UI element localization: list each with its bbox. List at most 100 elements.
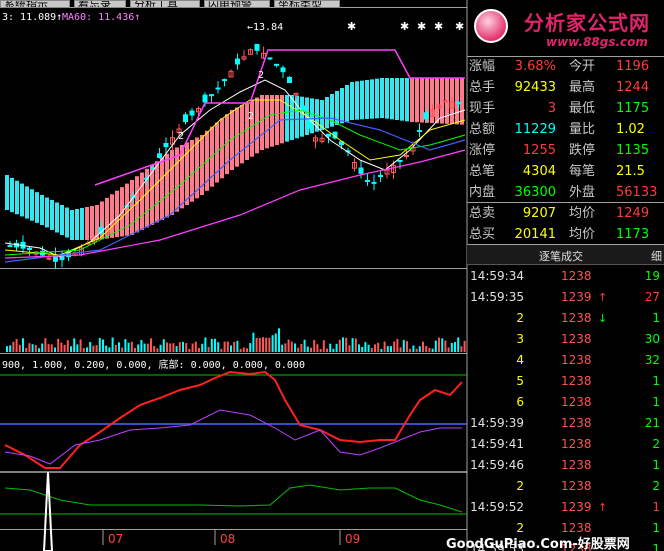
tick-row: 4 1238 32 [467,350,664,371]
tick-row: 14:59:46 1238 1 [467,455,664,476]
tab-system-indicator[interactable]: 系统指示 [0,0,70,8]
tick-list-side-tab[interactable]: 细 [651,248,662,264]
band-bar [30,189,34,221]
volume-bar [178,342,181,352]
band-bar [140,172,144,230]
indicator-spike [42,471,54,551]
band-bar [265,95,269,149]
volume-bar [95,345,98,352]
volume-bar [18,344,21,352]
high-price-annotation: ←13.84 [247,22,284,33]
tick-time: 4 [516,353,524,367]
candle-body [222,79,227,82]
tab-memo[interactable]: 看忘录 [74,0,126,8]
band-bar [275,95,279,145]
candle-body [46,257,52,260]
candle-body [417,129,422,132]
volume-bar [252,332,255,352]
band-bar [340,88,344,124]
volume-bar [15,339,18,352]
volume-bar [60,342,63,352]
volume-bar [34,345,37,352]
volume-bar [412,345,415,352]
tick-arrow: ↑ [598,501,608,514]
quote-label: 涨停 [469,143,496,158]
volume-bar [348,345,351,352]
volume-bar [50,344,53,352]
volume-bar [153,346,156,352]
tick-price: 1238 [561,416,592,430]
candle-body [27,247,32,251]
logo: 分析家公式网 www.88gs.com [470,3,664,53]
quote-label: 总买 [469,227,496,242]
candle-body [183,114,188,122]
tab-analysis-tools[interactable]: 分析工具 [130,0,200,8]
quote-value: 20141 [514,227,556,242]
volume-bar [364,342,367,352]
tab-axis-type[interactable]: 坐标类型 [274,0,340,8]
candle-body [274,63,279,66]
band-bar [385,78,389,119]
volume-bar [358,344,360,352]
tick-volume: 1 [652,374,660,388]
candle-body [189,110,195,116]
volume-bar [319,348,322,352]
band-bar [395,78,399,120]
logo-title: 分析家公式网 [524,11,650,35]
tick-volume: 27 [644,290,660,304]
volume-bar [121,347,124,352]
tick-row: 14:59:34 1238 19 [467,266,664,287]
tick-row: 6 1238 1 [467,392,664,413]
quote-row: 内盘 36300 外盘 56133 [467,182,664,203]
volume-bar [393,341,396,352]
quote-value: 3.68% [514,59,556,74]
quote-label: 内盘 [469,185,496,200]
volume-bar [284,343,287,352]
quote-label: 总笔 [469,164,496,179]
indicator-green-line [4,484,463,513]
volume-bar [438,337,440,352]
volume-bar [431,348,434,352]
tab-lightning-alert[interactable]: 闪电预警 [204,0,270,8]
quote-value: 11229 [514,122,556,137]
volume-bar [342,337,344,352]
volume-bar [310,347,312,352]
volume-bar [422,341,424,352]
tick-price: 1238 [561,437,592,451]
tick-list: 逐笔成交 细 14:59:34 1238 19 14:59:35 1239 ↑ 27 2 123… [467,245,664,551]
volume-bar [447,347,450,352]
volume-bar [201,343,204,352]
volume-bar [175,346,178,352]
volume-bar [460,346,463,352]
quote-row: 总手 92433 最高 1244 [467,77,664,98]
quote-label: 现手 [469,101,496,116]
volume-bar [444,340,447,352]
quote-row: 涨停 1255 跌停 1135 [467,140,664,161]
candle-body [209,94,214,97]
ma-header-value: 3: 11.089↑ [2,12,63,23]
volume-bar [329,343,332,352]
tick-time: 14:59:46 [470,458,524,472]
tick-list-title[interactable]: 逐笔成交 [539,248,583,264]
band-bar [380,78,384,118]
volume-bar [194,341,197,352]
volume-bar [425,345,428,352]
volume-bar [204,337,207,352]
volume-bar [169,343,172,352]
tick-price: 1238 [561,353,592,367]
band-bar [20,183,24,217]
quote-value: 3 [547,101,556,116]
tick-price: 1238 [561,269,592,283]
volume-bar [236,340,239,352]
volume-bar [351,338,354,352]
volume-bar [268,337,271,352]
band-bar [370,79,374,119]
candle-body [443,100,448,103]
band-bar [70,210,74,240]
tick-time: 14:59:35 [470,290,524,304]
band-bar [60,205,64,235]
volume-bar [402,340,405,352]
tick-time: 14:59:39 [470,416,524,430]
star-marker: ✱ [400,20,409,33]
volume-bar [226,341,229,352]
